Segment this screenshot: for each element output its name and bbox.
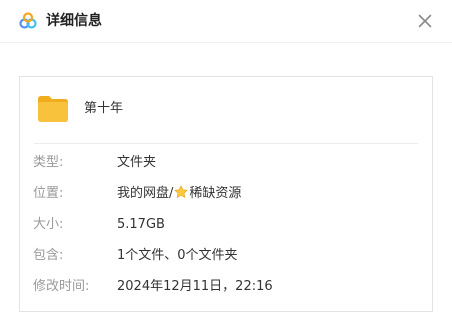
type-value: 文件夹 [117, 155, 157, 170]
location-row: 位置: 我的网盘/ 稀缺资源 [20, 184, 432, 204]
details-panel: 第十年 类型: 文件夹 位置: 我的网盘/ 稀缺资源 大小: 5.17GB 包含… [19, 76, 433, 312]
dialog-header: 详细信息 [0, 0, 452, 43]
dialog-title: 详细信息 [46, 13, 102, 29]
size-value: 5.17GB [117, 217, 165, 232]
item-name: 第十年 [84, 101, 124, 116]
size-row: 大小: 5.17GB [20, 215, 432, 235]
divider [34, 143, 418, 144]
contains-value: 1个文件、0个文件夹 [117, 248, 238, 263]
cloud-logo-icon [19, 12, 37, 29]
item-header: 第十年 [20, 77, 432, 143]
type-row: 类型: 文件夹 [20, 153, 432, 173]
location-value: 我的网盘/ 稀缺资源 [117, 184, 241, 204]
location-path-folder: 稀缺资源 [189, 186, 242, 201]
details-dialog: 详细信息 第十年 类型: 文件夹 位置: 我的网盘/ 稀缺资源 大小: 5.17… [0, 0, 452, 335]
close-icon[interactable] [416, 12, 434, 30]
modified-row: 修改时间: 2024年12月11日，22:16 [20, 277, 432, 297]
type-label: 类型: [33, 155, 64, 170]
folder-icon [38, 96, 68, 122]
location-path-prefix: 我的网盘/ [117, 186, 174, 201]
modified-value: 2024年12月11日，22:16 [117, 279, 273, 294]
star-icon [174, 185, 188, 198]
contains-row: 包含: 1个文件、0个文件夹 [20, 246, 432, 266]
contains-label: 包含: [33, 248, 64, 263]
location-label: 位置: [33, 186, 64, 201]
modified-label: 修改时间: [33, 279, 90, 294]
size-label: 大小: [33, 217, 64, 232]
